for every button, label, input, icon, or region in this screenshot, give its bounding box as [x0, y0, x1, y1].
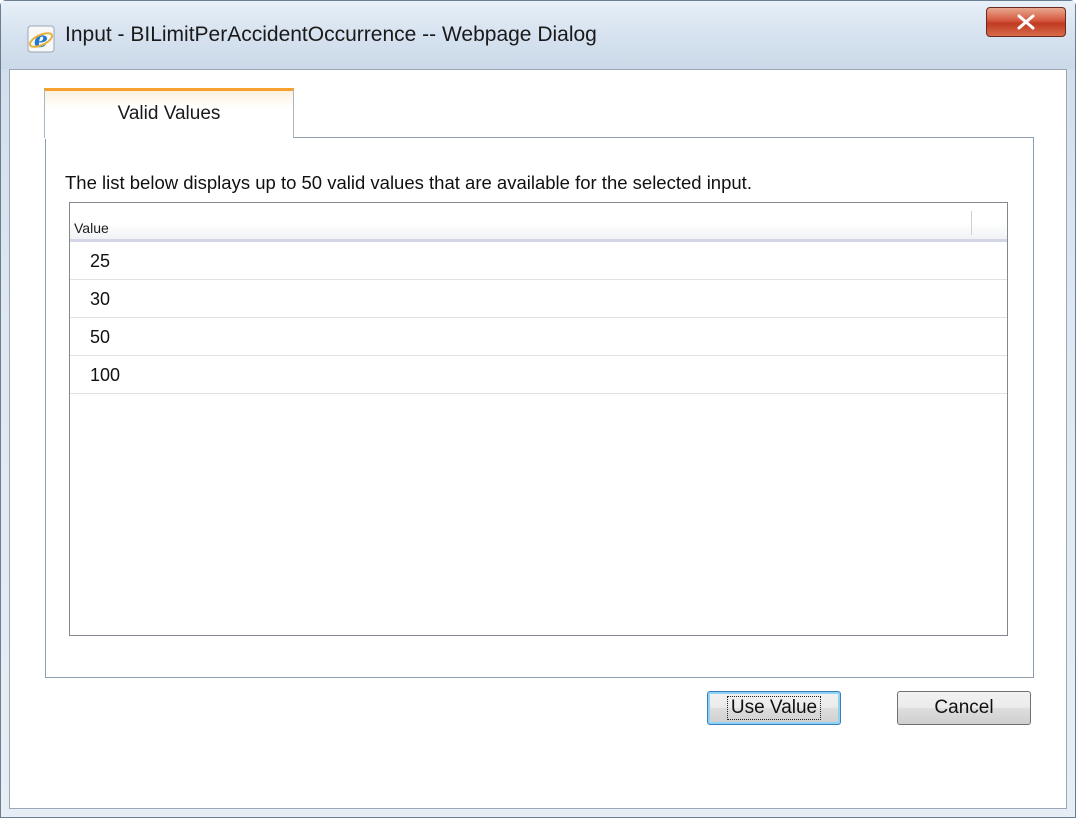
tab-valid-values[interactable]: Valid Values	[44, 88, 294, 138]
column-header-value[interactable]: Value	[74, 220, 109, 236]
tab-joiner	[45, 136, 293, 139]
window-title: Input - BILimitPerAccidentOccurrence -- …	[65, 23, 597, 46]
row-value: 25	[90, 251, 111, 271]
use-value-label: Use Value	[726, 696, 822, 720]
table-row[interactable]: 50	[70, 318, 1007, 356]
column-separator[interactable]	[971, 211, 972, 235]
internet-explorer-icon: e	[27, 25, 55, 53]
title-bar[interactable]: e Input - BILimitPerAccidentOccurrence -…	[1, 1, 1075, 69]
table-row[interactable]: 100	[70, 356, 1007, 394]
grid-header: Value	[70, 203, 1007, 242]
use-value-button[interactable]: Use Value	[707, 691, 841, 725]
table-row[interactable]: 30	[70, 280, 1007, 318]
close-button[interactable]	[986, 7, 1066, 37]
table-row[interactable]: 25	[70, 242, 1007, 280]
row-value: 100	[90, 365, 121, 385]
row-value: 30	[90, 289, 111, 309]
close-icon	[1017, 14, 1035, 30]
cancel-button[interactable]: Cancel	[897, 691, 1031, 725]
svg-text:e: e	[34, 27, 48, 53]
tab-label: Valid Values	[117, 103, 221, 124]
dialog-body: Valid Values The list below displays up …	[9, 69, 1067, 809]
description-text: The list below displays up to 50 valid v…	[65, 172, 752, 193]
dialog-window: e Input - BILimitPerAccidentOccurrence -…	[0, 0, 1076, 818]
row-value: 50	[90, 327, 111, 347]
values-grid[interactable]: Value 25 30 50 100	[69, 202, 1008, 636]
